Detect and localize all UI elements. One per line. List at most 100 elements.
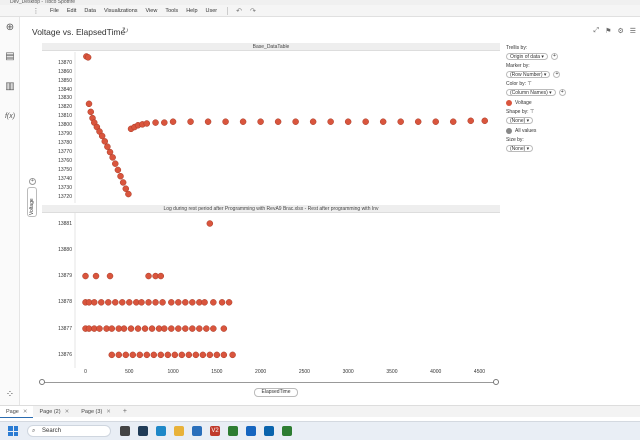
data-point: [192, 351, 200, 359]
menu-item-user[interactable]: User: [206, 8, 218, 14]
chrome-icon[interactable]: [246, 426, 256, 436]
data-point: [187, 118, 194, 125]
filter-icon[interactable]: ⚑: [605, 27, 611, 35]
settings-icon[interactable]: ⚙: [617, 27, 623, 35]
data-point: [203, 325, 210, 332]
data-point: [218, 299, 226, 306]
x-range-handle-min[interactable]: [39, 379, 45, 385]
redo-icon[interactable]: ↷: [250, 7, 256, 15]
size-selector[interactable]: (None) ▾: [506, 145, 534, 152]
tab-page-3[interactable]: Page (3) ✕: [75, 406, 117, 418]
color-add-icon[interactable]: +: [558, 89, 566, 96]
refresh-icon[interactable]: ↻: [122, 26, 129, 35]
color-mode-icon[interactable]: ⊤: [527, 81, 531, 87]
data-point: [134, 122, 142, 129]
y-tick-label: 13820: [58, 104, 72, 111]
menu-item-tools[interactable]: Tools: [165, 8, 178, 14]
collaboration-icon[interactable]: ⁘: [4, 389, 16, 401]
x-range-handle-max[interactable]: [493, 379, 499, 385]
data-point: [229, 351, 236, 359]
trellis-add-icon[interactable]: +: [550, 53, 558, 60]
list-icon[interactable]: ☰: [630, 27, 636, 35]
data-point: [182, 325, 189, 332]
task-view-icon[interactable]: [120, 426, 130, 436]
data-point: [84, 54, 92, 61]
y-axis-label: Voltage: [29, 198, 35, 215]
add-page-icon[interactable]: +: [123, 408, 127, 415]
y-tick-label: 13860: [58, 68, 72, 75]
tab-page-2[interactable]: Page (2) ✕: [33, 406, 75, 418]
spotfire-icon[interactable]: [228, 426, 238, 436]
undo-icon[interactable]: ↶: [236, 7, 242, 15]
data-point: [83, 53, 90, 60]
data-point: [220, 325, 228, 332]
data-point: [169, 118, 177, 125]
data-point: [175, 299, 182, 306]
color-selector[interactable]: (Column Names) ▾: [506, 89, 556, 96]
data-point: [157, 272, 165, 280]
data-point: [199, 351, 207, 359]
edge-browser-icon[interactable]: [156, 426, 166, 436]
more-menu-icon[interactable]: ⋮: [30, 7, 42, 15]
shape-legend-item: All values: [515, 128, 537, 134]
data-point: [481, 117, 488, 125]
x-tick-label: 2500: [298, 369, 310, 375]
data-point: [87, 108, 95, 116]
data-point: [168, 299, 175, 306]
y-tick-label: 13840: [58, 86, 72, 93]
windows-start-icon[interactable]: [8, 426, 18, 436]
data-point: [145, 272, 152, 280]
taskbar-search-placeholder: Search: [42, 428, 62, 434]
menu-item-data[interactable]: Data: [84, 8, 96, 14]
expand-icon[interactable]: ⤢: [594, 27, 600, 35]
mail-icon[interactable]: [192, 426, 202, 436]
data-point: [134, 325, 142, 332]
close-icon[interactable]: ✕: [106, 409, 111, 415]
outlook-icon[interactable]: [264, 426, 274, 436]
shape-mode-icon[interactable]: ⊤: [530, 109, 534, 115]
close-icon[interactable]: ✕: [23, 409, 28, 415]
data-point: [127, 325, 135, 332]
menu-item-edit[interactable]: Edit: [67, 8, 76, 14]
data-point: [108, 351, 116, 359]
marker-add-icon[interactable]: +: [553, 71, 561, 78]
trellis-selector[interactable]: Origin of data ▾: [506, 53, 548, 60]
menu-item-file[interactable]: File: [50, 8, 59, 14]
tab-page[interactable]: Page ✕: [0, 405, 34, 418]
data-point: [210, 325, 217, 332]
y-tick-label: 13730: [58, 184, 72, 191]
app-icon[interactable]: [138, 426, 148, 436]
menu-item-visualizations[interactable]: Visualizations: [104, 8, 138, 14]
add-icon[interactable]: ⊕: [4, 22, 16, 34]
x-range-slider[interactable]: [42, 382, 497, 383]
y-axis-add-icon[interactable]: +: [29, 178, 36, 185]
trellis-value: Origin of data: [510, 54, 541, 60]
data-point: [91, 299, 98, 306]
y-tick-label: 13881: [58, 220, 72, 227]
voltage-color-swatch[interactable]: [506, 100, 512, 106]
shape-value: (None): [510, 118, 526, 124]
x-axis-selector[interactable]: ElapsedTime: [254, 388, 298, 397]
data-point: [82, 325, 89, 332]
close-icon[interactable]: ✕: [65, 409, 70, 415]
data-point: [141, 325, 149, 332]
data-point: [89, 114, 96, 122]
menu-item-view[interactable]: View: [146, 8, 158, 14]
data-point: [152, 119, 159, 126]
x-tick-label: 500: [125, 369, 134, 375]
taskbar-search[interactable]: ⌕ Search: [27, 425, 111, 437]
search-icon: ⌕: [32, 428, 36, 434]
marker-selector[interactable]: (Row Number) ▾: [506, 71, 551, 78]
visualization-title[interactable]: Voltage vs. ElapsedTime: [32, 27, 125, 37]
menu-item-help[interactable]: Help: [186, 8, 197, 14]
spotfire-icon-2[interactable]: [282, 426, 292, 436]
expression-icon[interactable]: f(x): [4, 111, 16, 123]
data-point: [225, 299, 233, 306]
shape-legend-swatch[interactable]: [506, 128, 512, 134]
shape-selector[interactable]: (None) ▾: [506, 117, 534, 124]
data-point: [449, 118, 457, 125]
file-explorer-icon[interactable]: [174, 426, 184, 436]
v2-app-icon[interactable]: V2: [210, 426, 220, 436]
analytics-icon[interactable]: ▥: [4, 81, 16, 93]
data-table-icon[interactable]: ▤: [4, 51, 16, 63]
